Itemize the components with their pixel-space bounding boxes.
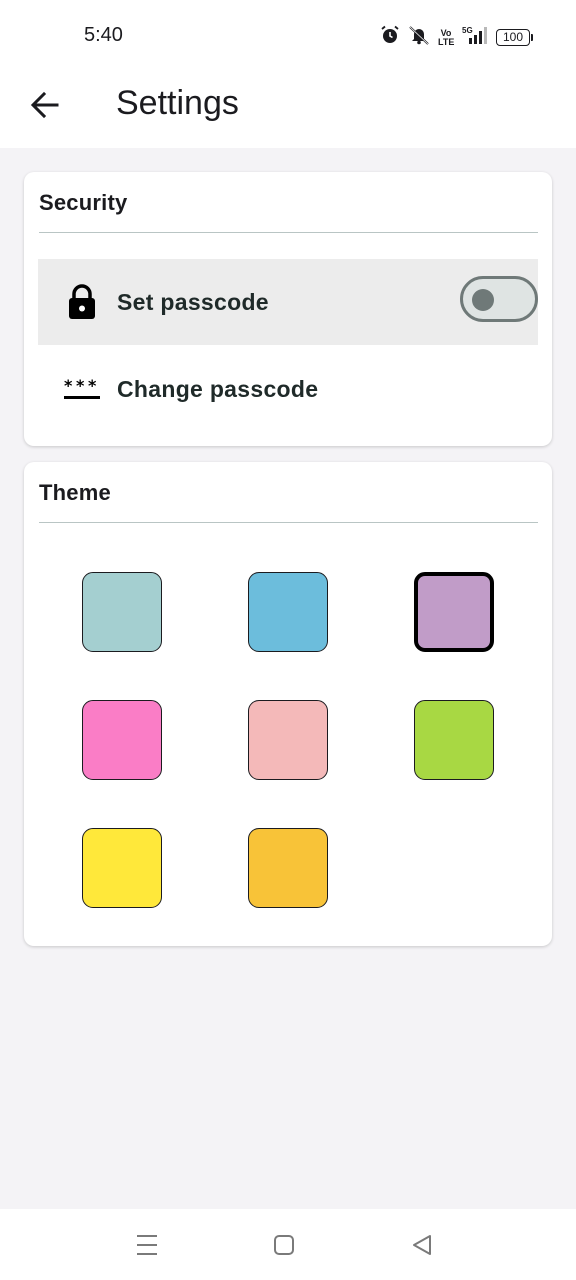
signal-icon: 5G bbox=[462, 25, 488, 50]
theme-swatch[interactable] bbox=[248, 572, 328, 652]
change-passcode-row[interactable]: * * * Change passcode bbox=[38, 346, 538, 432]
volte-icon: Vo LTE bbox=[438, 27, 455, 47]
change-passcode-label: Change passcode bbox=[117, 375, 319, 402]
recent-apps-button[interactable] bbox=[133, 1231, 161, 1259]
toggle-thumb bbox=[472, 289, 494, 311]
security-title: Security bbox=[39, 190, 128, 215]
theme-swatch[interactable] bbox=[248, 828, 328, 908]
theme-swatch[interactable] bbox=[82, 828, 162, 908]
settings-screen: 5:40 Vo LTE 5G 100 Settings Security Set… bbox=[0, 0, 576, 1280]
theme-title: Theme bbox=[39, 480, 111, 505]
status-time: 5:40 bbox=[84, 24, 123, 46]
home-button[interactable] bbox=[270, 1231, 298, 1259]
back-button[interactable] bbox=[22, 82, 68, 128]
theme-swatch[interactable] bbox=[82, 572, 162, 652]
password-icon: * * * bbox=[64, 371, 100, 407]
alarm-icon bbox=[380, 25, 400, 50]
arrow-left-icon bbox=[30, 91, 59, 119]
theme-swatch-selected[interactable] bbox=[414, 572, 494, 652]
svg-text:*: * bbox=[76, 377, 85, 395]
set-passcode-toggle[interactable] bbox=[460, 276, 538, 322]
mute-icon bbox=[408, 25, 430, 50]
set-passcode-row[interactable]: Set passcode bbox=[38, 259, 538, 345]
theme-divider bbox=[39, 522, 538, 523]
back-triangle-icon bbox=[413, 1235, 431, 1255]
battery-icon: 100 bbox=[496, 29, 533, 46]
theme-swatch[interactable] bbox=[248, 700, 328, 780]
system-back-button[interactable] bbox=[408, 1231, 436, 1259]
app-bar: Settings bbox=[0, 72, 576, 148]
theme-card: Theme bbox=[24, 462, 552, 946]
status-bar: 5:40 Vo LTE 5G 100 bbox=[0, 0, 576, 72]
security-card: Security Set passcode * * * Change passc… bbox=[24, 172, 552, 446]
svg-text:*: * bbox=[64, 377, 73, 395]
svg-text:*: * bbox=[88, 377, 97, 395]
page-title: Settings bbox=[116, 84, 239, 122]
navigation-bar bbox=[0, 1209, 576, 1280]
status-icons: Vo LTE 5G 100 bbox=[380, 25, 533, 50]
set-passcode-label: Set passcode bbox=[117, 288, 269, 315]
theme-swatch[interactable] bbox=[414, 700, 494, 780]
lock-icon bbox=[64, 284, 100, 320]
security-divider bbox=[39, 232, 538, 233]
theme-swatch[interactable] bbox=[82, 700, 162, 780]
menu-icon bbox=[137, 1235, 157, 1255]
home-square-icon bbox=[274, 1235, 294, 1255]
network-label: 5G bbox=[462, 26, 473, 35]
